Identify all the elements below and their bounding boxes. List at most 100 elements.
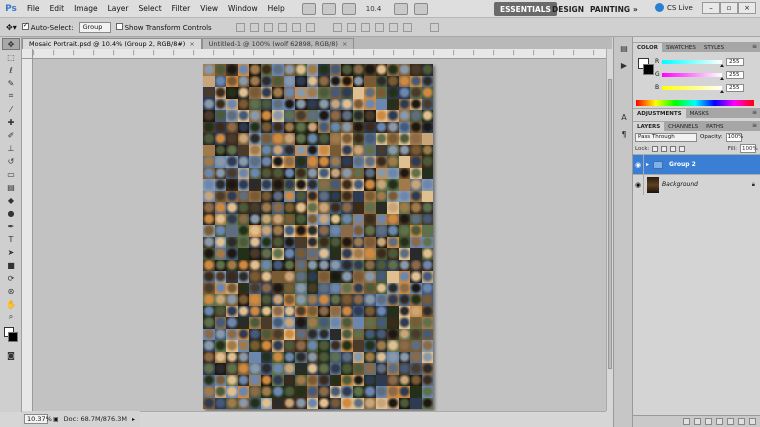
blur-tool[interactable]: ◆ — [2, 194, 20, 206]
align-horizontal-center-icon[interactable] — [291, 22, 301, 32]
red-value-input[interactable]: 255 — [726, 57, 744, 66]
menu-window[interactable]: Window — [223, 4, 263, 13]
panel-menu-icon[interactable]: ≡ — [752, 109, 757, 116]
tab-styles[interactable]: STYLES — [700, 43, 728, 52]
view-extras-icon[interactable] — [341, 2, 356, 15]
tab-paths[interactable]: PATHS — [702, 122, 727, 131]
align-right-icon[interactable] — [305, 22, 315, 32]
zoom-level-menu[interactable]: 10.4 — [366, 5, 388, 13]
menu-file[interactable]: File — [22, 4, 45, 13]
scrollbar-thumb[interactable] — [608, 79, 612, 369]
link-layers-icon[interactable] — [683, 418, 690, 425]
layer-row-background[interactable]: ◉ Background 🔒︎ — [633, 174, 760, 195]
layer-name[interactable]: Group 2 — [669, 161, 760, 168]
new-layer-icon[interactable] — [738, 418, 745, 425]
align-top-icon[interactable] — [235, 22, 245, 32]
screen-mode-icon[interactable] — [413, 2, 428, 15]
tab-masks[interactable]: MASKS — [686, 109, 713, 118]
tab-mosaic-portrait[interactable]: Mosaic Portrait.psd @ 10.4% (Group 2, RG… — [22, 38, 202, 49]
layer-row-group-2[interactable]: ◉ ▸ Group 2 — [633, 154, 760, 175]
history-panel-icon[interactable]: ▤ — [617, 42, 631, 54]
zoom-input[interactable]: 10.37% — [24, 414, 52, 424]
move-tool[interactable]: ✥ — [2, 38, 20, 50]
zoom-tool[interactable]: ⌕ — [2, 311, 20, 323]
arrange-documents-icon[interactable] — [393, 2, 408, 15]
blue-slider[interactable]: B 255 — [655, 83, 757, 93]
fill-input[interactable]: 100% — [740, 144, 758, 153]
actions-panel-icon[interactable]: ▶ — [617, 59, 631, 71]
menu-view[interactable]: View — [195, 4, 223, 13]
vertical-scrollbar[interactable] — [606, 49, 613, 411]
green-value-input[interactable]: 255 — [726, 70, 744, 79]
gradient-tool[interactable]: ▤ — [2, 181, 20, 193]
dodge-tool[interactable]: ● — [2, 207, 20, 219]
align-vertical-center-icon[interactable] — [249, 22, 259, 32]
close-window-button[interactable]: × — [738, 2, 756, 14]
align-left-icon[interactable] — [277, 22, 287, 32]
tab-layers[interactable]: LAYERS — [633, 122, 665, 131]
visibility-eye-icon[interactable]: ◉ — [633, 154, 644, 175]
expand-group-icon[interactable]: ▸ — [646, 161, 649, 168]
distribute-hcenter-icon[interactable] — [388, 22, 398, 32]
close-tab-icon[interactable]: × — [189, 40, 194, 48]
3d-orbit-tool[interactable]: ⊛ — [2, 285, 20, 297]
auto-align-layers-icon[interactable] — [429, 22, 439, 32]
green-slider-bar[interactable] — [662, 72, 724, 80]
close-tab-icon[interactable]: × — [342, 40, 347, 48]
lock-all-icon[interactable] — [679, 145, 686, 152]
crop-tool[interactable]: ⌗ — [2, 90, 20, 102]
opacity-input[interactable]: 100% — [725, 132, 743, 142]
horizontal-ruler[interactable]: |||||||||||||||||||||||||||||| — [33, 49, 615, 59]
show-transform-checkbox[interactable]: Show Transform Controls — [115, 22, 212, 32]
eyedropper-tool[interactable]: ⁄ — [2, 103, 20, 115]
align-bottom-icon[interactable] — [263, 22, 273, 32]
tab-untitled-1[interactable]: Untitled-1 @ 100% (wolf 62898, RGB/8) × — [201, 38, 355, 49]
mosaic-image[interactable] — [203, 64, 433, 409]
panel-menu-icon[interactable]: ≡ — [752, 43, 757, 50]
tab-adjustments[interactable]: ADJUSTMENTS — [633, 109, 686, 118]
history-brush-tool[interactable]: ↺ — [2, 155, 20, 167]
brush-tool[interactable]: ✐ — [2, 129, 20, 141]
red-slider[interactable]: R 255 — [655, 57, 757, 67]
color-picker-swatches[interactable] — [0, 324, 22, 348]
tab-channels[interactable]: CHANNELS — [664, 122, 702, 131]
green-slider-handle[interactable] — [720, 76, 724, 80]
ruler-origin[interactable] — [22, 49, 33, 59]
distribute-center-icon[interactable] — [346, 22, 356, 32]
auto-select-dropdown[interactable]: Group — [78, 21, 111, 33]
new-group-icon[interactable] — [727, 418, 734, 425]
background-color[interactable] — [8, 332, 18, 342]
panel-menu-icon[interactable]: ≡ — [752, 122, 757, 129]
cs-live-menu[interactable]: CS Live — [655, 3, 693, 12]
auto-select-checkbox[interactable]: Auto-Select: — [21, 21, 74, 32]
quick-select-tool[interactable]: ✎ — [2, 77, 20, 89]
distribute-right-icon[interactable] — [402, 22, 412, 32]
menu-help[interactable]: Help — [263, 4, 290, 13]
delete-layer-icon[interactable] — [749, 418, 756, 425]
canvas-workspace[interactable] — [33, 59, 606, 411]
lasso-tool[interactable]: ℓ — [2, 64, 20, 76]
menu-image[interactable]: Image — [69, 4, 103, 13]
3d-rotate-tool[interactable]: ⟳ — [2, 272, 20, 284]
minimize-button[interactable]: – — [702, 2, 720, 14]
more-workspaces-button[interactable]: » — [627, 2, 644, 16]
status-menu-icon[interactable]: ▸ — [132, 416, 135, 423]
eraser-tool[interactable]: ▭ — [2, 168, 20, 180]
new-adjustment-layer-icon[interactable] — [716, 418, 723, 425]
lock-position-icon[interactable] — [670, 145, 677, 152]
menu-filter[interactable]: Filter — [167, 4, 196, 13]
background-color-swatch[interactable] — [643, 64, 654, 75]
bridge-icon[interactable] — [301, 2, 316, 15]
tab-swatches[interactable]: SWATCHES — [662, 43, 700, 52]
menu-select[interactable]: Select — [134, 4, 167, 13]
marquee-tool[interactable]: ⬚ — [2, 51, 20, 63]
menu-edit[interactable]: Edit — [45, 4, 70, 13]
color-spectrum-ramp[interactable] — [636, 100, 754, 106]
red-slider-handle[interactable] — [720, 63, 724, 67]
blue-value-input[interactable]: 255 — [726, 83, 744, 92]
mini-bridge-icon[interactable] — [321, 2, 336, 15]
visibility-eye-icon[interactable]: ◉ — [633, 174, 644, 195]
healing-tool[interactable]: ✚ — [2, 116, 20, 128]
red-slider-bar[interactable] — [662, 59, 724, 67]
lock-image-pixels-icon[interactable] — [661, 145, 668, 152]
